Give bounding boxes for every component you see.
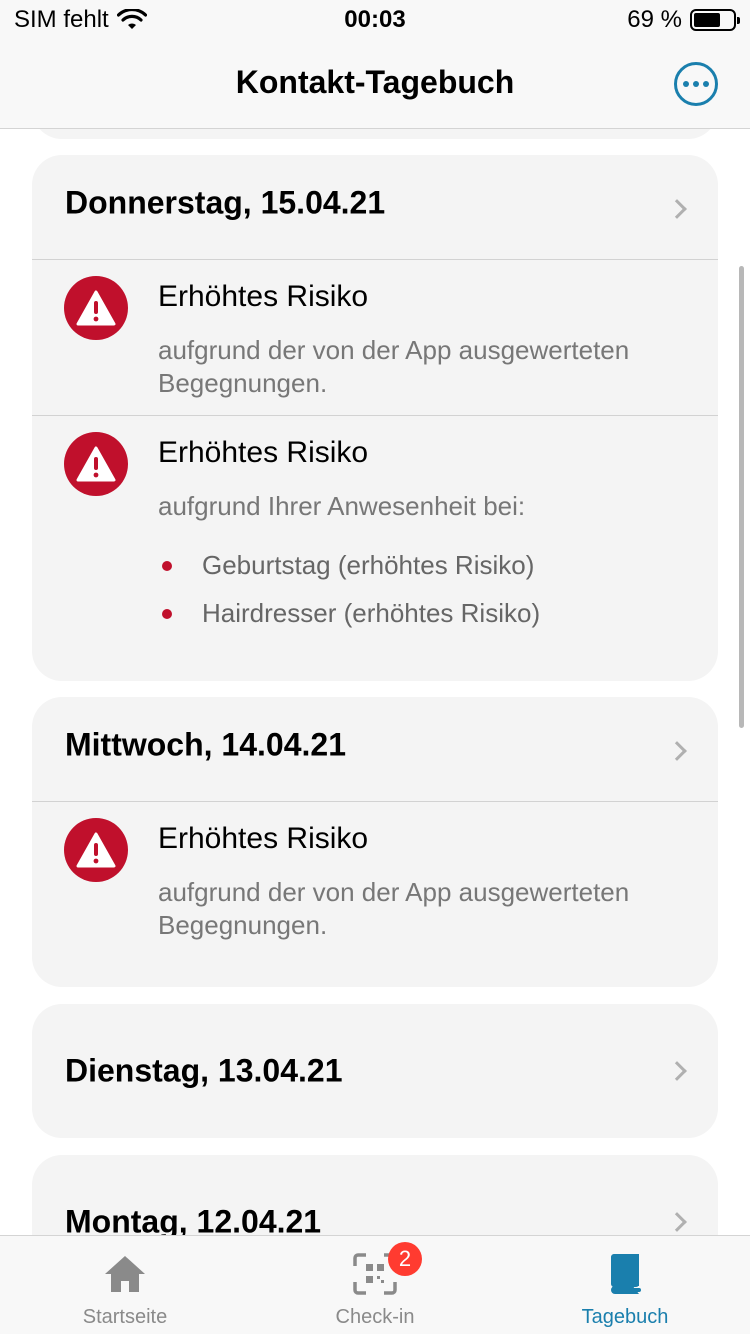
day-card-header[interactable]: Montag, 12.04.21 — [32, 1155, 718, 1235]
previous-day-card[interactable] — [32, 129, 718, 139]
battery-icon — [690, 9, 740, 31]
ellipsis-icon — [703, 81, 709, 87]
day-card-header[interactable]: Dienstag, 13.04.21 — [32, 1004, 718, 1138]
navigation-bar: Kontakt-Tagebuch — [0, 40, 750, 129]
risk-entry: Erhöhtes Risiko aufgrund der von der App… — [32, 801, 718, 987]
ellipsis-icon — [683, 81, 689, 87]
risk-title: Erhöhtes Risiko — [158, 280, 369, 313]
risk-entry: Erhöhtes Risiko aufgrund Ihrer Anwesenhe… — [32, 415, 718, 681]
day-label: Dienstag, 13.04.21 — [65, 1052, 343, 1089]
location-item: Hairdresser (erhöhtes Risiko) — [162, 598, 540, 629]
tab-startseite[interactable]: Startseite — [0, 1236, 250, 1334]
day-card-header[interactable]: Mittwoch, 14.04.21 — [32, 697, 718, 801]
battery-percent: 69 % — [627, 6, 682, 33]
location-item: Geburtstag (erhöhtes Risiko) — [162, 550, 534, 581]
day-card[interactable]: Dienstag, 13.04.21 — [32, 1004, 718, 1138]
home-icon — [105, 1256, 145, 1292]
tab-label: Tagebuch — [581, 1306, 669, 1328]
more-options-button[interactable] — [674, 62, 718, 106]
tab-tagebuch[interactable]: Tagebuch — [500, 1236, 750, 1334]
day-label: Donnerstag, 15.04.21 — [65, 184, 386, 221]
status-bar: SIM fehlt 00:03 69 % — [0, 0, 750, 40]
scrollbar[interactable] — [739, 266, 744, 728]
bullet-icon — [162, 560, 172, 571]
page-title: Kontakt-Tagebuch — [235, 64, 515, 100]
risk-description: aufgrund der von der App ausgewerteten B… — [158, 335, 630, 398]
risk-title: Erhöhtes Risiko — [158, 822, 369, 855]
location-label: Hairdresser (erhöhtes Risiko) — [202, 598, 541, 628]
risk-entry: Erhöhtes Risiko aufgrund der von der App… — [32, 259, 718, 415]
notification-badge: 2 — [388, 1242, 422, 1276]
chevron-right-icon — [667, 199, 687, 219]
day-card[interactable]: Mittwoch, 14.04.21 Erhöhtes Risiko aufgr… — [32, 697, 718, 987]
location-label: Geburtstag (erhöhtes Risiko) — [202, 550, 535, 580]
bullet-icon — [162, 608, 172, 619]
chevron-right-icon — [667, 741, 687, 761]
status-right: 69 % — [627, 6, 740, 34]
diary-list[interactable]: Donnerstag, 15.04.21 Erhöhtes Risiko auf… — [0, 129, 750, 1235]
day-label: Mittwoch, 14.04.21 — [65, 726, 346, 763]
warning-icon — [64, 818, 128, 882]
chevron-right-icon — [667, 1061, 687, 1081]
screen: SIM fehlt 00:03 69 % Kontakt-Tagebuch Do… — [0, 0, 750, 1334]
tab-check-in[interactable]: 2 Check-in — [250, 1236, 500, 1334]
tab-bar: Startseite 2 Check-in Tagebuch — [0, 1235, 750, 1334]
tab-label: Check-in — [335, 1306, 415, 1328]
risk-description: aufgrund der von der App ausgewerteten B… — [158, 877, 630, 940]
day-label: Montag, 12.04.21 — [65, 1203, 322, 1236]
battery-fill — [694, 13, 721, 27]
chevron-right-icon — [667, 1212, 687, 1232]
warning-icon — [64, 432, 128, 496]
day-card[interactable]: Donnerstag, 15.04.21 Erhöhtes Risiko auf… — [32, 155, 718, 681]
tab-label: Startseite — [82, 1306, 168, 1328]
risk-title: Erhöhtes Risiko — [158, 436, 369, 469]
risk-description: aufgrund Ihrer Anwesenheit bei: — [158, 491, 526, 521]
day-card-header[interactable]: Donnerstag, 15.04.21 — [32, 155, 718, 259]
book-icon — [611, 1254, 641, 1294]
warning-icon — [64, 276, 128, 340]
day-card[interactable]: Montag, 12.04.21 — [32, 1155, 718, 1235]
ellipsis-icon — [693, 81, 699, 87]
